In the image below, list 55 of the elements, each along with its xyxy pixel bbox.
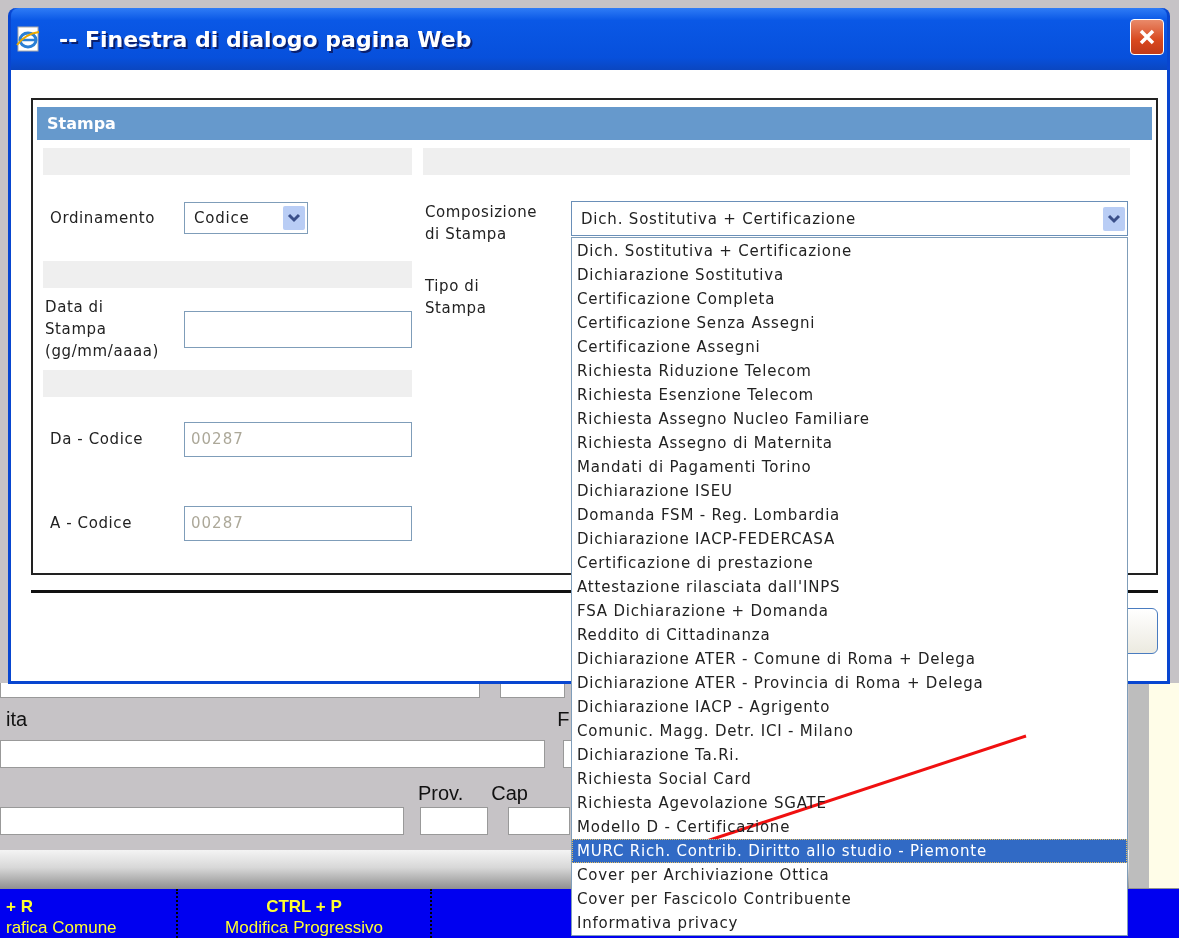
dropdown-option[interactable]: FSA Dichiarazione + Domanda — [572, 599, 1127, 623]
field-label: ita — [6, 707, 28, 731]
chevron-down-icon — [283, 206, 305, 230]
field-label: Da - Codice — [49, 430, 145, 448]
date-field[interactable] — [184, 310, 412, 348]
field-label: Tipo di Stampa — [424, 276, 488, 319]
field-label: Composizione di Stampa — [424, 202, 538, 245]
dropdown-option[interactable]: Richiesta Assegno Nucleo Familiare — [572, 407, 1127, 431]
field-label: F — [557, 707, 570, 731]
dropdown-option[interactable]: Dich. Sostitutiva + Certificazione — [572, 239, 1127, 263]
close-button[interactable] — [1130, 19, 1164, 55]
field-label: Data di Stampa (gg/mm/aaaa) — [44, 297, 160, 362]
input-field[interactable] — [0, 739, 545, 768]
dropdown-option[interactable]: Dichiarazione IACP-FEDERCASA — [572, 527, 1127, 551]
dropdown-option[interactable]: Attestazione rilasciata dall'INPS — [572, 575, 1127, 599]
field-label: Ordinamento — [49, 209, 157, 227]
browser-icon — [15, 26, 41, 52]
dropdown-option[interactable]: Dichiarazione IACP - Agrigento — [572, 695, 1127, 719]
dropdown-option[interactable]: Certificazione di prestazione — [572, 551, 1127, 575]
dropdown-option[interactable]: Certificazione Completa — [572, 287, 1127, 311]
dropdown-option[interactable]: Informativa privacy — [572, 911, 1127, 935]
dropdown-option[interactable]: Dichiarazione ATER - Comune di Roma + Delega — [572, 647, 1127, 671]
panel-header: Stampa — [37, 107, 1152, 140]
dropdown-option[interactable]: Richiesta Riduzione Telecom — [572, 359, 1127, 383]
dropdown-option[interactable]: Certificazione Senza Assegni — [572, 311, 1127, 335]
dropdown-option[interactable]: Dichiarazione Sostitutiva — [572, 263, 1127, 287]
dropdown-option[interactable]: Richiesta Esenzione Telecom — [572, 383, 1127, 407]
shortcut-key: CTRL + P — [266, 897, 342, 917]
dropdown-option[interactable]: Cover per Archiviazione Ottica — [572, 863, 1127, 887]
dropdown-option[interactable]: Richiesta Social Card — [572, 767, 1127, 791]
input-field[interactable] — [0, 807, 404, 836]
dropdown-option[interactable]: Dichiarazione ATER - Provincia di Roma + Delega — [572, 671, 1127, 695]
dropdown-option[interactable]: Richiesta Agevolazione SGATE — [572, 791, 1127, 815]
field-label: Prov. — [418, 781, 464, 805]
field-label: Cap — [491, 781, 528, 805]
dropdown-option[interactable]: Dichiarazione Ta.Ri. — [572, 743, 1127, 767]
dropdown-option[interactable]: MURC Rich. Contrib. Diritto allo studio - Piemonte — [572, 839, 1127, 863]
sort-dropdown[interactable]: Codice — [184, 202, 308, 234]
dropdown-option[interactable]: Mandati di Pagamenti Torino — [572, 455, 1127, 479]
shortcut-action[interactable]: rafica Comune — [6, 919, 117, 937]
input-field[interactable] — [420, 807, 488, 836]
dropdown-option[interactable]: Reddito di Cittadinanza — [572, 623, 1127, 647]
dropdown-option[interactable]: Domanda FSM - Reg. Lombardia — [572, 503, 1127, 527]
dropdown-option[interactable]: Certificazione Assegni — [572, 335, 1127, 359]
field-label: A - Codice — [49, 514, 134, 532]
shortcut-action[interactable]: Modifica Progressivo — [225, 919, 383, 937]
input-field[interactable] — [508, 807, 570, 836]
composition-dropdown[interactable]: Dich. Sostitutiva + Certificazione — [571, 201, 1128, 236]
chevron-down-icon — [1103, 206, 1125, 231]
dropdown-option[interactable]: Cover per Fascicolo Contribuente — [572, 887, 1127, 911]
dropdown-option[interactable]: Richiesta Assegno di Maternita — [572, 431, 1127, 455]
dropdown-option[interactable]: Dichiarazione ISEU — [572, 479, 1127, 503]
window-title: -- Finestra di dialogo pagina Web — [59, 26, 473, 52]
shortcut-key: + R — [6, 897, 33, 917]
dropdown-option[interactable]: Comunic. Magg. Detr. ICI - Milano — [572, 719, 1127, 743]
